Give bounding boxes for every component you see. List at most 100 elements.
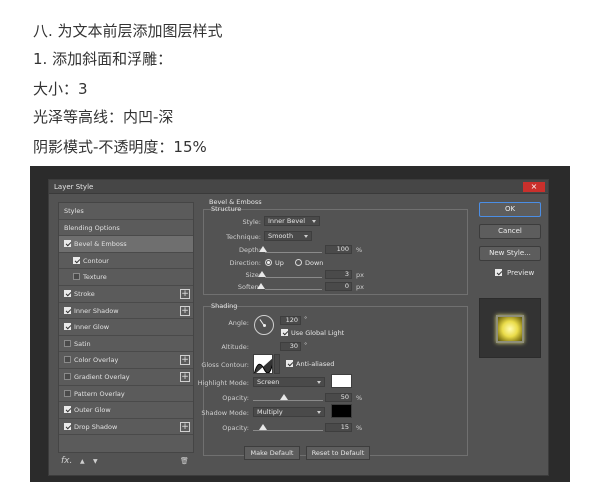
make-default-button[interactable]: Make Default bbox=[244, 446, 300, 460]
reset-to-default-button[interactable]: Reset to Default bbox=[306, 446, 370, 460]
style-item-checkbox[interactable] bbox=[64, 406, 71, 414]
gloss-contour-dropdown[interactable] bbox=[274, 354, 280, 374]
style-item[interactable]: Outer Glow bbox=[59, 402, 193, 419]
style-item-checkbox[interactable] bbox=[64, 306, 71, 314]
highlight-opacity-thumb[interactable] bbox=[280, 394, 288, 400]
style-dropdown[interactable]: Inner Bevel bbox=[264, 216, 320, 226]
add-style-icon[interactable]: + bbox=[180, 305, 190, 316]
style-item[interactable]: Styles bbox=[59, 203, 193, 220]
shadow-color-swatch[interactable] bbox=[331, 404, 352, 418]
style-item[interactable]: Blending Options bbox=[59, 220, 193, 237]
style-item-label: Pattern Overlay bbox=[74, 389, 125, 398]
highlight-mode-value: Screen bbox=[257, 378, 280, 386]
highlight-mode-dropdown[interactable]: Screen bbox=[253, 377, 325, 387]
shadow-mode-label: Shadow Mode: bbox=[201, 409, 249, 417]
style-item-checkbox[interactable] bbox=[64, 356, 71, 364]
soften-input[interactable]: 0 bbox=[325, 282, 352, 291]
highlight-opacity-input[interactable]: 50 bbox=[325, 393, 352, 402]
depth-slider-thumb[interactable] bbox=[259, 246, 267, 252]
cancel-button[interactable]: Cancel bbox=[479, 224, 541, 239]
size-slider-track[interactable] bbox=[265, 277, 322, 278]
depth-input[interactable]: 100 bbox=[325, 245, 352, 254]
size-label: Size: bbox=[245, 271, 261, 279]
angle-unit: ° bbox=[304, 315, 308, 323]
technique-dropdown[interactable]: Smooth bbox=[264, 231, 312, 241]
depth-unit: % bbox=[356, 246, 363, 254]
soften-label: Soften: bbox=[237, 283, 261, 291]
style-label: Style: bbox=[242, 218, 261, 226]
style-item-label: Stroke bbox=[74, 290, 95, 298]
highlight-color-swatch[interactable] bbox=[331, 374, 352, 388]
dialog-titlebar: Layer Style × bbox=[49, 180, 548, 194]
style-item[interactable]: Drop Shadow + bbox=[59, 419, 193, 436]
anti-aliased-checkbox[interactable] bbox=[286, 360, 293, 367]
style-item-checkbox[interactable] bbox=[64, 422, 71, 430]
soften-slider-thumb[interactable] bbox=[257, 283, 265, 289]
style-item[interactable]: Bevel & Emboss bbox=[59, 236, 193, 253]
global-light-checkbox[interactable] bbox=[281, 329, 288, 336]
move-down-icon[interactable]: ▼ bbox=[93, 458, 98, 465]
style-item-checkbox[interactable] bbox=[64, 240, 71, 248]
angle-label: Angle: bbox=[228, 319, 249, 327]
highlight-opacity-unit: % bbox=[356, 394, 363, 402]
style-item-checkbox[interactable] bbox=[64, 323, 71, 331]
style-item[interactable]: Color Overlay + bbox=[59, 352, 193, 369]
shadow-mode-dropdown[interactable]: Multiply bbox=[253, 407, 325, 417]
angle-input[interactable]: 120 bbox=[280, 316, 301, 325]
soften-slider-track[interactable] bbox=[265, 289, 322, 290]
style-preview bbox=[479, 298, 541, 358]
style-item-label: Color Overlay bbox=[74, 356, 119, 365]
style-item-checkbox[interactable] bbox=[73, 256, 80, 264]
style-item-label: Texture bbox=[83, 273, 107, 282]
fx-icon[interactable]: fx. bbox=[61, 456, 72, 466]
style-item[interactable]: Pattern Overlay bbox=[59, 386, 193, 403]
altitude-input[interactable]: 30 bbox=[280, 342, 301, 351]
depth-label: Depth: bbox=[239, 246, 261, 254]
angle-dial[interactable] bbox=[254, 315, 274, 335]
gloss-contour-swatch[interactable] bbox=[253, 354, 273, 374]
style-item[interactable]: Texture bbox=[59, 269, 193, 286]
style-item[interactable]: Inner Shadow + bbox=[59, 303, 193, 320]
shadow-opacity-unit: % bbox=[356, 424, 363, 432]
style-item[interactable]: Satin bbox=[59, 336, 193, 353]
shadow-opacity-label: Opacity: bbox=[222, 424, 249, 432]
direction-down-radio[interactable] bbox=[295, 259, 302, 266]
style-item[interactable]: Stroke + bbox=[59, 286, 193, 303]
preview-label: Preview bbox=[507, 269, 535, 277]
direction-up-radio[interactable] bbox=[265, 259, 272, 266]
trash-icon[interactable]: 🗑 bbox=[180, 457, 189, 465]
preview-checkbox[interactable] bbox=[495, 269, 502, 276]
style-preview-thumbnail bbox=[496, 315, 524, 343]
style-item-label: Inner Glow bbox=[74, 323, 110, 332]
shading-title: Shading bbox=[211, 302, 238, 310]
style-item-checkbox[interactable] bbox=[64, 339, 71, 347]
new-style-button[interactable]: New Style... bbox=[479, 246, 541, 261]
size-slider-thumb[interactable] bbox=[258, 271, 266, 277]
depth-slider-track[interactable] bbox=[265, 252, 322, 253]
highlight-opacity-label: Opacity: bbox=[222, 394, 249, 402]
style-item-label: Outer Glow bbox=[74, 406, 111, 415]
highlight-opacity-track[interactable] bbox=[253, 400, 323, 401]
article-size-note: 大小：3 bbox=[33, 80, 88, 98]
ok-button[interactable]: OK bbox=[479, 202, 541, 217]
direction-label: Direction: bbox=[229, 259, 261, 267]
style-item[interactable]: Contour bbox=[59, 253, 193, 270]
add-style-icon[interactable]: + bbox=[180, 289, 190, 299]
shadow-opacity-input[interactable]: 15 bbox=[325, 423, 352, 432]
style-item-checkbox[interactable] bbox=[73, 273, 80, 281]
style-item[interactable]: Inner Glow bbox=[59, 319, 193, 336]
close-button[interactable]: × bbox=[523, 182, 545, 192]
style-item-checkbox[interactable] bbox=[64, 373, 71, 380]
shadow-opacity-track[interactable] bbox=[253, 430, 323, 431]
size-input[interactable]: 3 bbox=[325, 270, 352, 279]
style-item-checkbox[interactable] bbox=[64, 290, 71, 297]
shadow-opacity-thumb[interactable] bbox=[259, 424, 267, 430]
move-up-icon[interactable]: ▲ bbox=[80, 458, 85, 465]
style-item-checkbox[interactable] bbox=[64, 389, 71, 397]
style-item-label: Satin bbox=[74, 339, 91, 348]
shadow-mode-value: Multiply bbox=[257, 408, 283, 416]
style-item[interactable]: Gradient Overlay + bbox=[59, 369, 193, 386]
screenshot-frame: Layer Style × Styles Blending Options Beve… bbox=[30, 166, 570, 482]
styles-list-footer: fx. ▲ ▼ 🗑 bbox=[58, 456, 194, 472]
size-unit: px bbox=[356, 271, 364, 279]
